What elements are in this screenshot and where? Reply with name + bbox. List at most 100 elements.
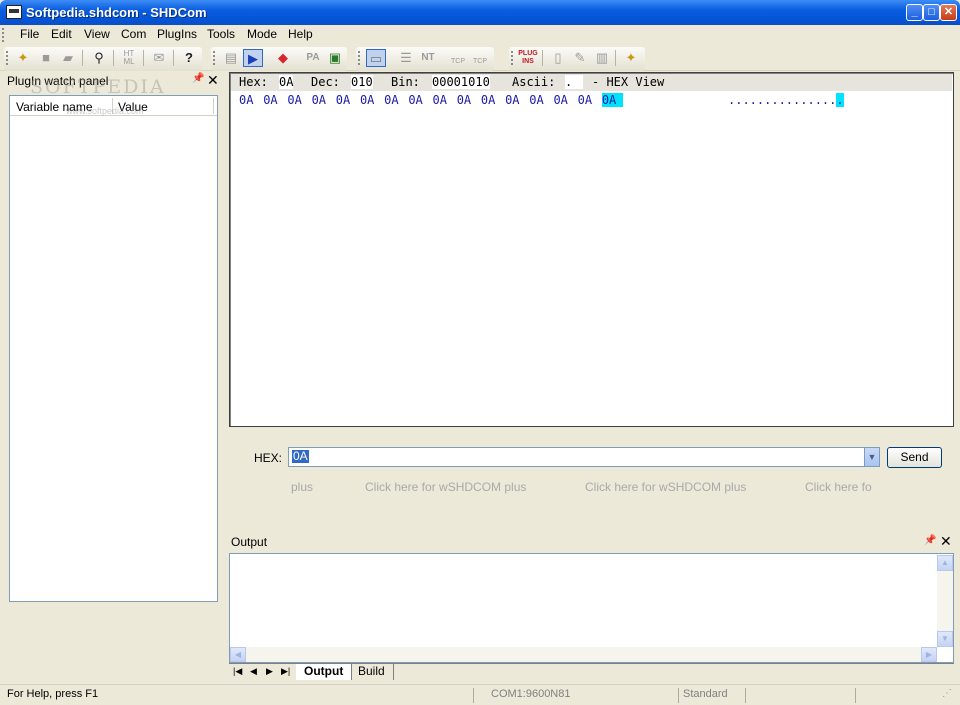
wshdcom-plus-link[interactable]: Click here fo (805, 480, 872, 494)
toolbar-grip[interactable] (358, 51, 361, 65)
hex-byte[interactable]: 0A (336, 93, 360, 107)
hex-byte[interactable]: 0A (263, 93, 287, 107)
ascii-text[interactable]: ............... (728, 93, 836, 107)
close-panel-icon[interactable]: ✕ (940, 533, 952, 550)
hex-view[interactable]: Hex: 0A Dec: 010 Bin: 00001010 Ascii: . … (229, 72, 954, 427)
app-icon[interactable] (6, 5, 22, 19)
tcp-client-icon[interactable]: TCP (470, 49, 490, 67)
hex-byte[interactable]: 0A (287, 93, 311, 107)
maximize-button[interactable]: □ (923, 4, 940, 21)
hex-bytes[interactable]: 0A 0A 0A 0A 0A 0A 0A 0A 0A 0A 0A 0A 0A 0A 0A 0A (239, 93, 623, 107)
connect-play-icon[interactable]: ▶ (243, 49, 263, 67)
document-icon[interactable]: ▯ (548, 49, 568, 67)
scroll-left-icon[interactable]: ◀ (230, 647, 246, 662)
pa-icon[interactable]: PA (303, 49, 323, 67)
wshdcom-plus-link[interactable]: plus (291, 480, 313, 494)
dec-value: 010 (351, 75, 373, 89)
hex-byte-selected[interactable]: 0A (601, 93, 623, 107)
toolbar-separator (615, 50, 616, 66)
menu-mode[interactable]: Mode (247, 27, 277, 41)
tab-build[interactable]: Build (350, 664, 394, 680)
menu-view[interactable]: View (84, 27, 110, 41)
hex-value: 0A (279, 75, 294, 89)
first-tab-icon[interactable]: |◀ (233, 666, 242, 677)
hex-byte[interactable]: 0A (505, 93, 529, 107)
minimize-button[interactable]: _ (906, 4, 923, 21)
menu-grip[interactable] (2, 28, 5, 42)
hex-byte[interactable]: 0A (312, 93, 336, 107)
send-button[interactable]: Send (887, 447, 942, 468)
toolbar-grip[interactable] (213, 51, 216, 65)
hex-byte[interactable]: 0A (457, 93, 481, 107)
hex-byte[interactable]: 0A (433, 93, 457, 107)
open-folder-icon[interactable]: ▰ (58, 49, 78, 67)
new-file-icon[interactable]: ✦ (13, 49, 33, 67)
hex-byte[interactable]: 0A (360, 93, 384, 107)
status-divider (678, 688, 679, 703)
tools-icon[interactable]: ✎ (570, 49, 590, 67)
toolbar: ✦ ■ ▰ ⚲ HT ML ✉ ? ▤ ▶ ◆ PA ▣ ▭ ☰ NT TCP … (0, 45, 960, 71)
html-export-icon[interactable]: HT ML (119, 49, 139, 67)
menu-com[interactable]: Com (121, 27, 146, 41)
nt-icon[interactable]: NT (418, 49, 438, 67)
close-button[interactable]: ✕ (940, 4, 957, 21)
last-tab-icon[interactable]: ▶| (281, 666, 290, 677)
tab-output[interactable]: Output (296, 664, 353, 680)
menu-plugins[interactable]: PlugIns (157, 27, 197, 41)
plugin-watch-list[interactable]: Variable name Value (9, 95, 218, 602)
serial-port-icon[interactable]: ▭ (366, 49, 386, 67)
tcp-server-icon[interactable]: TCP (448, 49, 468, 67)
new-plugin-icon[interactable]: ✦ (621, 49, 641, 67)
toolbar-grip[interactable] (6, 51, 9, 65)
modem-icon[interactable]: ☰ (396, 49, 416, 67)
hex-input[interactable]: 0A (292, 450, 309, 463)
title-bar[interactable]: Softpedia.shdcom - SHDCom _ □ ✕ (0, 0, 960, 25)
hex-byte[interactable]: 0A (529, 93, 553, 107)
prev-tab-icon[interactable]: ◀ (250, 666, 257, 677)
pin-icon[interactable]: 📌 (924, 535, 936, 546)
hex-input-combobox[interactable]: 0A (288, 447, 880, 467)
vertical-scrollbar[interactable]: ▲ ▼ (937, 555, 953, 647)
hex-byte[interactable]: 0A (553, 93, 577, 107)
plugins-icon[interactable]: PLUG INS (518, 49, 538, 67)
menu-bar: File Edit View Com PlugIns Tools Mode He… (0, 25, 960, 44)
chevron-down-icon[interactable]: ▼ (864, 447, 880, 467)
terminal-icon[interactable]: ▣ (325, 49, 345, 67)
pin-icon[interactable]: 📌 (192, 73, 204, 84)
find-binoculars-icon[interactable]: ⚲ (89, 49, 109, 67)
toolbar-grip[interactable] (511, 51, 514, 65)
hex-label: Hex: (239, 75, 268, 89)
close-panel-icon[interactable]: ✕ (207, 72, 219, 89)
wshdcom-plus-link[interactable]: Click here for wSHDCOM plus (585, 480, 746, 494)
status-help-text: For Help, press F1 (7, 688, 99, 700)
menu-help[interactable]: Help (288, 27, 313, 41)
help-icon[interactable]: ? (179, 49, 199, 67)
horizontal-scrollbar[interactable]: ◀ ▶ (230, 647, 937, 662)
menu-edit[interactable]: Edit (51, 27, 72, 41)
menu-tools[interactable]: Tools (207, 27, 235, 41)
save-icon[interactable]: ■ (36, 49, 56, 67)
toolbar-separator (82, 50, 83, 66)
wshdcom-plus-link[interactable]: Click here for wSHDCOM plus (365, 480, 526, 494)
hex-byte[interactable]: 0A (384, 93, 408, 107)
ascii-column[interactable]: ................ (728, 93, 844, 107)
column-divider[interactable] (213, 98, 214, 114)
scroll-up-icon[interactable]: ▲ (937, 555, 953, 571)
scroll-down-icon[interactable]: ▼ (937, 631, 953, 647)
menu-file[interactable]: File (20, 27, 39, 41)
hex-byte[interactable]: 0A (481, 93, 505, 107)
view-mode-label: - HEX View (592, 75, 665, 89)
window-title: Softpedia.shdcom - SHDCom (26, 5, 207, 20)
resize-grip-icon[interactable]: ⋰ (942, 688, 952, 699)
hex-byte[interactable]: 0A (408, 93, 432, 107)
hex-byte[interactable]: 0A (239, 93, 263, 107)
scroll-right-icon[interactable]: ▶ (921, 647, 937, 662)
mail-icon[interactable]: ✉ (149, 49, 169, 67)
hex-byte[interactable]: 0A (578, 93, 602, 107)
ascii-selected[interactable]: . (836, 93, 844, 107)
next-tab-icon[interactable]: ▶ (266, 666, 273, 677)
eraser-icon[interactable]: ◆ (273, 49, 293, 67)
delete-icon[interactable]: ▥ (592, 49, 612, 67)
print-icon[interactable]: ▤ (221, 49, 241, 67)
dec-label: Dec: (311, 75, 340, 89)
